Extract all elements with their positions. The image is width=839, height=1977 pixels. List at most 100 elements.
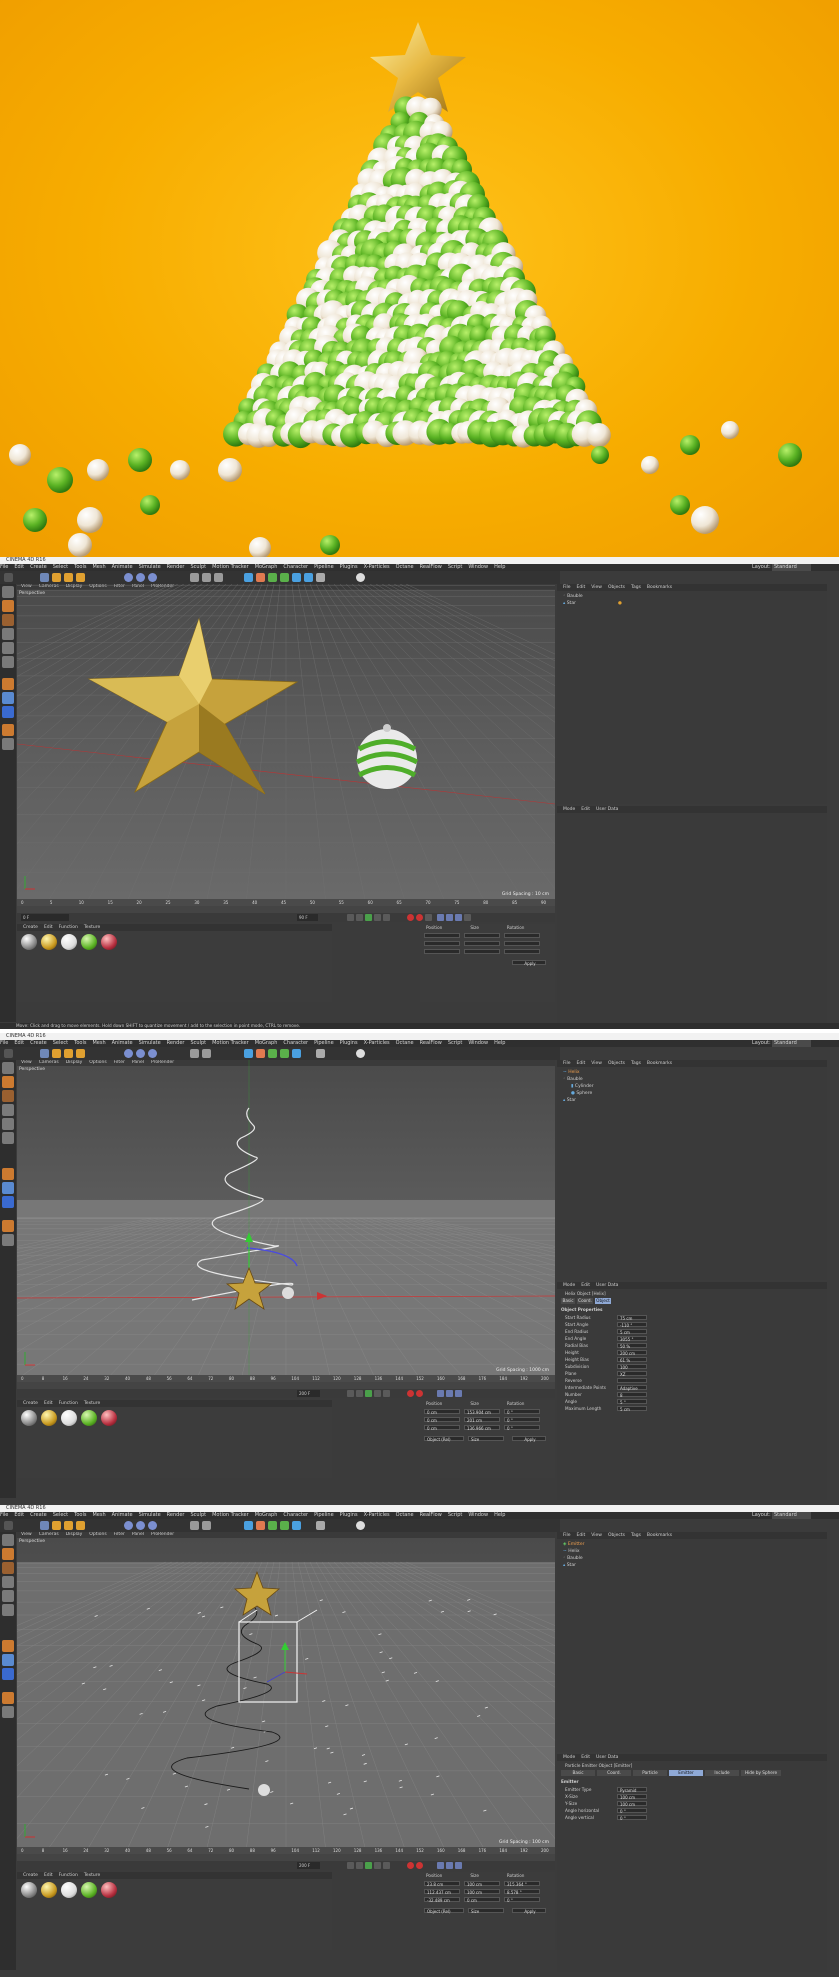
render-view-icon[interactable] [190, 573, 199, 582]
menu-octane[interactable]: Octane [396, 1512, 414, 1519]
frame-start-field[interactable]: 0 F [21, 914, 70, 921]
points-mode-icon[interactable] [2, 628, 14, 640]
apply-button[interactable]: Apply [512, 1908, 546, 1914]
am-user-data[interactable]: User Data [596, 807, 618, 812]
menu-tools[interactable]: Tools [74, 1512, 86, 1519]
coord-size-field[interactable]: 153.904 cm [464, 1409, 500, 1415]
object-row-sphere[interactable]: ● Sphere [571, 1090, 592, 1097]
array-icon[interactable] [280, 1521, 289, 1530]
autokey-icon[interactable] [416, 914, 423, 921]
keyframe-selection-icon[interactable] [425, 914, 432, 921]
mat-function[interactable]: Function [59, 925, 78, 930]
coord-pos-field[interactable]: 0 cm [424, 1409, 460, 1415]
menu-render[interactable]: Render [167, 1040, 185, 1047]
material-swatch[interactable] [81, 1882, 97, 1898]
y-axis-icon[interactable] [136, 1049, 145, 1058]
scale-icon[interactable] [64, 1049, 73, 1058]
menu-edit[interactable]: Edit [14, 1040, 24, 1047]
coord-rot-field[interactable]: 0 ° [504, 1417, 540, 1423]
tab-emitter[interactable]: Emitter [669, 1770, 703, 1776]
material-swatch[interactable] [21, 1882, 37, 1898]
cube-icon[interactable] [244, 1521, 253, 1530]
viewport[interactable]: View Cameras Display Options Filter Panel ProR… [17, 584, 555, 899]
menu-motion-tracker[interactable]: Motion Tracker [212, 564, 249, 571]
model-mode-icon[interactable] [2, 1076, 14, 1088]
mat-edit[interactable]: Edit [44, 925, 53, 930]
scale-key-icon[interactable] [446, 914, 453, 921]
coord-rot-field[interactable]: 0 ° [504, 1409, 540, 1415]
edges-mode-icon[interactable] [2, 1590, 14, 1602]
om-bookmarks[interactable]: Bookmarks [647, 585, 672, 590]
coord-field[interactable] [464, 941, 500, 946]
lock-icon[interactable] [2, 738, 14, 750]
object-row-helix[interactable]: ~ Helix [563, 1548, 580, 1555]
tweak-icon[interactable] [2, 1196, 14, 1208]
object-row-bauble[interactable]: ◦ Bauble [563, 593, 583, 600]
undo-icon[interactable] [4, 573, 13, 582]
om-tags[interactable]: Tags [631, 1533, 641, 1538]
om-tags[interactable]: Tags [631, 585, 641, 590]
object-row-cylinder[interactable]: ▮ Cylinder [571, 1083, 594, 1090]
viewport[interactable]: View Cameras Display Options Filter Panel ProR… [17, 1532, 555, 1847]
property-field[interactable]: Adaptive [617, 1385, 647, 1391]
menu-file[interactable]: File [0, 1040, 8, 1047]
snap-icon[interactable] [2, 1654, 14, 1666]
move-icon[interactable] [52, 1049, 61, 1058]
cube-icon[interactable] [244, 1049, 253, 1058]
light-icon[interactable] [356, 573, 365, 582]
mat-texture[interactable]: Texture [84, 925, 100, 930]
menu-realflow[interactable]: RealFlow [420, 564, 442, 571]
menu-help[interactable]: Help [494, 1040, 505, 1047]
menu-help[interactable]: Help [494, 1512, 505, 1519]
live-select-icon[interactable] [40, 1049, 49, 1058]
position-key-icon[interactable] [437, 1390, 444, 1397]
play-icon[interactable] [365, 914, 372, 921]
apply-button[interactable]: Apply [512, 1436, 546, 1442]
menu-select[interactable]: Select [53, 1040, 68, 1047]
coord-size-field[interactable]: 201 cm [464, 1417, 500, 1423]
mat-edit[interactable]: Edit [44, 1873, 53, 1878]
property-field[interactable]: 100 cm [617, 1801, 647, 1807]
menu-simulate[interactable]: Simulate [139, 564, 161, 571]
rotate-icon[interactable] [76, 1521, 85, 1530]
array-icon[interactable] [280, 1049, 289, 1058]
lock-icon[interactable] [2, 1234, 14, 1246]
om-view[interactable]: View [591, 1061, 602, 1066]
menu-mesh[interactable]: Mesh [92, 1512, 105, 1519]
frame-end-field[interactable]: 90 F [297, 914, 318, 921]
rotate-icon[interactable] [76, 573, 85, 582]
menu-file[interactable]: File [0, 1512, 8, 1519]
lock-icon[interactable] [2, 1706, 14, 1718]
menu-octane[interactable]: Octane [396, 564, 414, 571]
menu-animate[interactable]: Animate [112, 564, 133, 571]
coord-field[interactable] [504, 933, 540, 938]
material-swatch[interactable] [61, 1410, 77, 1426]
om-view[interactable]: View [591, 1533, 602, 1538]
menu-edit[interactable]: Edit [14, 1512, 24, 1519]
layout-dropdown[interactable]: Standard [772, 1040, 811, 1047]
menu-motion-tracker[interactable]: Motion Tracker [212, 1512, 249, 1519]
om-bookmarks[interactable]: Bookmarks [647, 1061, 672, 1066]
polygons-mode-icon[interactable] [2, 1132, 14, 1144]
points-mode-icon[interactable] [2, 1576, 14, 1588]
coord-rot-field[interactable]: 315.364 ° [504, 1881, 540, 1887]
om-objects[interactable]: Objects [608, 585, 625, 590]
go-to-end-icon[interactable] [383, 1862, 390, 1869]
camera-icon[interactable] [316, 1049, 325, 1058]
coord-size-field[interactable]: 0 cm [464, 1897, 500, 1903]
object-row-bauble[interactable]: ◦ Bauble [563, 1076, 583, 1083]
coord-size-field[interactable]: 136.966 cm [464, 1425, 500, 1431]
property-field[interactable]: 8 [617, 1392, 647, 1398]
move-icon[interactable] [52, 1521, 61, 1530]
property-field[interactable]: Pyramid [617, 1787, 647, 1793]
menu-select[interactable]: Select [53, 1512, 68, 1519]
object-row-emitter[interactable]: ◈ Emitter [563, 1541, 585, 1548]
record-icon[interactable] [407, 914, 414, 921]
om-view[interactable]: View [591, 585, 602, 590]
menu-x-particles[interactable]: X-Particles [364, 1040, 390, 1047]
bend-icon[interactable] [292, 573, 301, 582]
mat-create[interactable]: Create [23, 1873, 38, 1878]
live-select-icon[interactable] [40, 573, 49, 582]
prev-frame-icon[interactable] [356, 914, 363, 921]
pen-icon[interactable] [256, 573, 265, 582]
